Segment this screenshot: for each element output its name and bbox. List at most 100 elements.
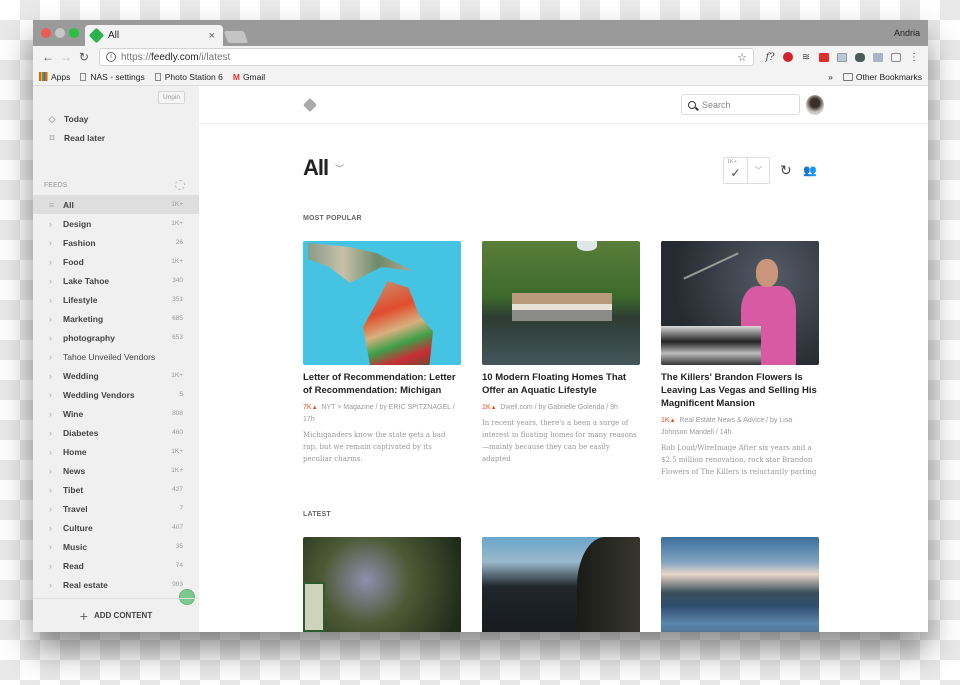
minimize-window-button[interactable]: [55, 28, 65, 38]
chevron-right-icon[interactable]: ›: [49, 352, 63, 362]
sidebar-feed-culture[interactable]: › Culture 407: [33, 518, 199, 537]
article-title: Letter of Recommendation: Letter of Reco…: [303, 372, 456, 396]
chevron-right-icon[interactable]: ›: [49, 523, 63, 533]
add-content-button[interactable]: + ADD CONTENT: [33, 598, 199, 632]
mark-as-read-button[interactable]: 1K+ ✓: [724, 158, 748, 183]
sidebar-feed-photography[interactable]: › photography 653: [33, 328, 199, 347]
sidebar-feed-marketing[interactable]: › Marketing 685: [33, 309, 199, 328]
sidebar-feed-tibet[interactable]: › Tibet 427: [33, 480, 199, 499]
new-tab-button[interactable]: [223, 31, 249, 43]
sidebar-feed-lifestyle[interactable]: › Lifestyle 351: [33, 290, 199, 309]
page-icon: [80, 72, 87, 81]
forward-arrow-icon[interactable]: →: [57, 50, 75, 64]
share-team-icon[interactable]: 👥: [803, 164, 817, 177]
sidebar-feed-wedding-vendors[interactable]: › Wedding Vendors 5: [33, 385, 199, 404]
chevron-right-icon[interactable]: ›: [49, 371, 63, 381]
chevron-right-icon[interactable]: ›: [49, 333, 63, 343]
sidebar-feed-travel[interactable]: › Travel 7: [33, 499, 199, 518]
chevron-right-icon[interactable]: ›: [49, 485, 63, 495]
article-card[interactable]: 10 Modern Floating Homes That Offer an A…: [482, 241, 640, 478]
other-bookmarks[interactable]: Other Bookmarks: [842, 72, 922, 82]
chevron-right-icon[interactable]: ›: [49, 542, 63, 552]
article-card[interactable]: Letter of Recommendation: Letter of Reco…: [303, 241, 461, 478]
chevron-right-icon[interactable]: ›: [49, 276, 63, 286]
chevron-right-icon[interactable]: ›: [49, 466, 63, 476]
chevron-right-icon[interactable]: ›: [49, 504, 63, 514]
sidebar-feed-wedding[interactable]: › Wedding 1K+: [33, 366, 199, 385]
bookmark-nas-settings[interactable]: NAS - settings: [80, 72, 145, 82]
back-arrow-icon[interactable]: ←: [39, 50, 57, 64]
chevron-right-icon[interactable]: ›: [49, 238, 63, 248]
red-extension-icon[interactable]: [816, 50, 832, 64]
font-icon[interactable]: f?: [762, 50, 778, 64]
camera-icon[interactable]: [888, 50, 904, 64]
popular-cards: Letter of Recommendation: Letter of Reco…: [303, 241, 819, 478]
code-extension-icon[interactable]: [870, 50, 886, 64]
popularity-count: 1K▲: [661, 417, 676, 424]
bookmark-apps[interactable]: Apps: [39, 72, 70, 82]
sidebar-link-today[interactable]: ◇ Today: [33, 109, 199, 128]
browser-tab[interactable]: All ×: [85, 25, 223, 46]
close-tab-icon[interactable]: ×: [209, 30, 215, 42]
feedly-logo-icon[interactable]: [302, 97, 318, 113]
profile-name[interactable]: Andria: [894, 28, 920, 38]
search-icon: [688, 100, 696, 109]
sidebar-feed-lake-tahoe[interactable]: › Lake Tahoe 340: [33, 271, 199, 290]
image-extension-icon[interactable]: [834, 50, 850, 64]
article-image-floating-home: [482, 241, 640, 365]
unpin-button[interactable]: Unpin: [158, 91, 185, 104]
zoom-window-button[interactable]: [69, 28, 79, 38]
article-image-brandon-flowers: [661, 241, 819, 365]
sidebar-feed-news[interactable]: › News 1K+: [33, 461, 199, 480]
article-snippet: In recent years, there's a been a surge …: [482, 419, 637, 463]
page-title-row[interactable]: All ﹀: [303, 155, 344, 181]
sidebar-feed-tahoe-unveiled-vendors[interactable]: › Tahoe Unveiled Vendors: [33, 347, 199, 366]
chevron-right-icon[interactable]: ›: [49, 295, 63, 305]
article-card[interactable]: [482, 537, 640, 632]
mark-read-options-chevron-icon[interactable]: ﹀: [748, 158, 769, 183]
list-icon: ≡: [49, 199, 55, 210]
bookmark-gmail[interactable]: M Gmail: [233, 72, 265, 82]
address-bar[interactable]: i https:// feedly.com /i/latest ☆: [99, 48, 754, 66]
avatar[interactable]: [806, 95, 824, 115]
bookmark-star-icon[interactable]: ☆: [737, 51, 747, 64]
refresh-icon[interactable]: ↻: [780, 162, 792, 179]
bookmark-photo-station[interactable]: Photo Station 6: [154, 72, 223, 82]
search-input[interactable]: Search: [681, 94, 800, 115]
chevron-right-icon[interactable]: ›: [49, 428, 63, 438]
chevron-right-icon[interactable]: ›: [49, 257, 63, 267]
chevron-right-icon[interactable]: ›: [49, 219, 63, 229]
article-card[interactable]: [303, 537, 461, 632]
reload-icon[interactable]: ↻: [75, 50, 93, 64]
feed-unread-count: 460: [172, 429, 183, 436]
sidebar-feed-all[interactable]: ≡ All 1K+: [33, 195, 199, 214]
chevron-right-icon[interactable]: ›: [49, 447, 63, 457]
sidebar-feed-design[interactable]: › Design 1K+: [33, 214, 199, 233]
buffer-icon[interactable]: ≋: [798, 50, 814, 64]
close-window-button[interactable]: [41, 28, 51, 38]
article-card[interactable]: [661, 537, 819, 632]
sidebar-feed-diabetes[interactable]: › Diabetes 460: [33, 423, 199, 442]
gear-icon[interactable]: [175, 180, 185, 190]
sidebar-feed-food[interactable]: › Food 1K+: [33, 252, 199, 271]
sidebar-feed-fashion[interactable]: › Fashion 26: [33, 233, 199, 252]
chevron-right-icon[interactable]: ›: [49, 314, 63, 324]
info-icon[interactable]: i: [106, 52, 116, 62]
bookmarks-overflow-button[interactable]: »: [828, 72, 833, 82]
chevron-right-icon[interactable]: ›: [49, 409, 63, 419]
sidebar-feed-music[interactable]: › Music 35: [33, 537, 199, 556]
sidebar-link-read-later[interactable]: ⌑ Read later: [33, 128, 199, 147]
sidebar-feed-read[interactable]: › Read 74: [33, 556, 199, 575]
sidebar-feed-real-estate[interactable]: › Real estate 903: [33, 575, 199, 594]
evernote-icon[interactable]: [852, 50, 868, 64]
chevron-right-icon[interactable]: ›: [49, 390, 63, 400]
pinterest-icon[interactable]: [780, 50, 796, 64]
menu-icon[interactable]: ⋮: [906, 50, 922, 64]
article-snippet: Michiganders know the state gets a bad r…: [303, 431, 446, 463]
article-card[interactable]: The Killers' Brandon Flowers Is Leaving …: [661, 241, 819, 478]
sidebar-feed-home[interactable]: › Home 1K+: [33, 442, 199, 461]
chevron-right-icon[interactable]: ›: [49, 561, 63, 571]
chevron-down-icon[interactable]: ﹀: [335, 162, 344, 175]
sidebar-feed-wine[interactable]: › Wine 808: [33, 404, 199, 423]
chevron-right-icon[interactable]: ›: [49, 580, 63, 590]
